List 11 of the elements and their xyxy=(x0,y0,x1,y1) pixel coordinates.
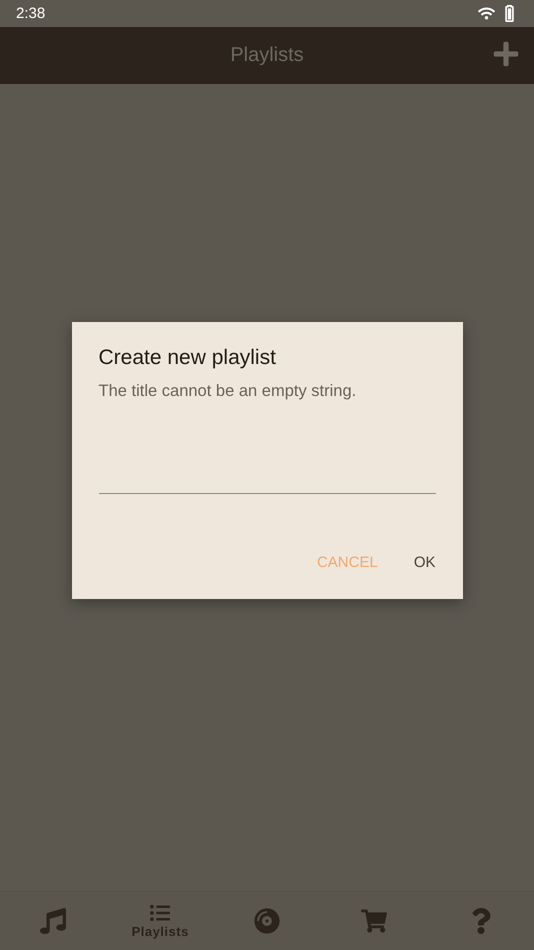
music-icon xyxy=(40,908,66,934)
add-button[interactable] xyxy=(492,40,520,68)
dialog-title: Create new playlist xyxy=(98,346,277,370)
dialog-message: The title cannot be an empty string. xyxy=(98,382,358,401)
status-time: 2:38 xyxy=(16,5,46,22)
wifi-icon xyxy=(478,5,495,22)
ok-button[interactable]: OK xyxy=(404,546,446,579)
cancel-button[interactable]: CANCEL xyxy=(306,546,388,579)
list-icon xyxy=(150,903,170,923)
cart-icon xyxy=(360,908,387,934)
app-title: Playlists xyxy=(230,44,304,67)
